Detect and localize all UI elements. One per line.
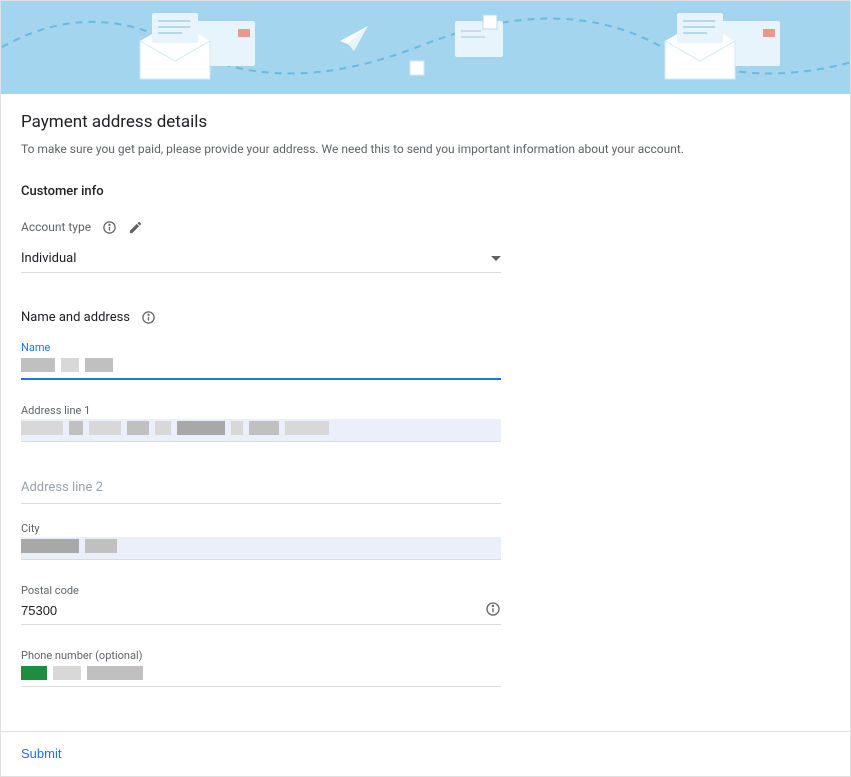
city-label: City — [21, 522, 501, 535]
page-title: Payment address details — [21, 112, 830, 132]
phone-field[interactable]: Phone number (optional) — [21, 649, 501, 687]
account-type-select[interactable]: Individual — [21, 245, 501, 273]
postal-code-label: Postal code — [21, 584, 501, 597]
footer: Submit — [1, 731, 850, 776]
address1-label: Address line 1 — [21, 404, 501, 417]
info-icon[interactable] — [140, 309, 156, 325]
info-icon[interactable] — [485, 601, 501, 617]
name-label: Name — [21, 341, 501, 354]
phone-label: Phone number (optional) — [21, 649, 501, 662]
name-address-heading: Name and address — [21, 310, 130, 325]
account-type-label: Account type — [21, 220, 91, 234]
header-banner — [1, 1, 850, 94]
address-line-1-field[interactable]: Address line 1 — [21, 404, 501, 442]
postal-code-field[interactable]: Postal code — [21, 584, 501, 625]
submit-button[interactable]: Submit — [21, 746, 61, 761]
info-icon[interactable] — [101, 219, 117, 235]
page-description: To make sure you get paid, please provid… — [21, 142, 830, 156]
postal-code-input[interactable] — [21, 599, 501, 625]
city-field[interactable]: City — [21, 522, 501, 560]
edit-icon[interactable] — [127, 219, 143, 235]
account-type-value: Individual — [21, 251, 76, 266]
name-field[interactable]: Name — [21, 341, 501, 380]
chevron-down-icon — [491, 251, 501, 266]
address-line-2-field[interactable]: Address line 2 — [21, 466, 501, 504]
customer-info-heading: Customer info — [21, 184, 830, 199]
